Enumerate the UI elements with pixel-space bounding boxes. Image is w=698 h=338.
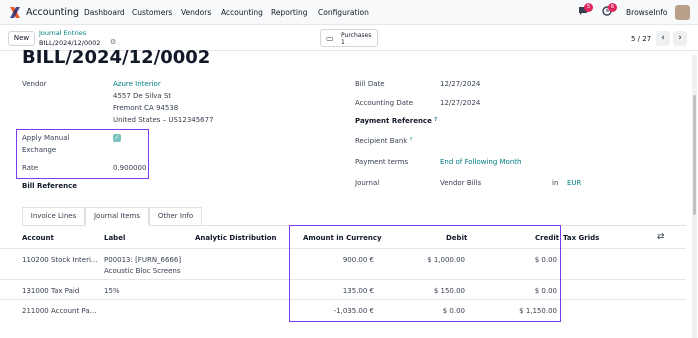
bill-date-field[interactable]: 12/27/2024 (440, 80, 480, 88)
accounting-date-field[interactable]: 12/27/2024 (440, 99, 480, 107)
row-1-label-line-1[interactable]: P00013: [FURN_6666] (104, 256, 181, 264)
accounting-app-icon[interactable] (9, 6, 21, 19)
breadcrumb-journal-entries[interactable]: Journal Entries (39, 29, 86, 37)
vendor-label: Vendor (22, 80, 47, 88)
payment-terms-label: Payment terms (355, 158, 409, 166)
column-label[interactable]: Label (104, 234, 125, 242)
activities-badge: 6 (608, 3, 617, 12)
recipient-bank-label: Recipient Bank ? (355, 137, 413, 145)
pager-value[interactable]: 5 / 27 (631, 35, 651, 43)
menu-configuration[interactable]: Configuration (318, 8, 369, 17)
help-tooltip-icon[interactable]: ? (434, 117, 437, 123)
currency-field[interactable]: EUR (567, 179, 581, 187)
app-name[interactable]: Accounting (26, 7, 79, 18)
purchases-count: 1 (341, 39, 345, 46)
column-tax-grids[interactable]: Tax Grids (563, 234, 599, 242)
row-2-account[interactable]: 131000 Tax Paid (22, 287, 79, 295)
menu-reporting[interactable]: Reporting (271, 8, 307, 17)
vendor-address-line-2: Fremont CA 94538 (113, 104, 179, 112)
row-1-label-line-2[interactable]: Acoustic Bloc Screens (104, 267, 180, 275)
accounting-date-label: Accounting Date (355, 99, 414, 107)
user-avatar[interactable] (675, 5, 690, 20)
row-2-label[interactable]: 15% (104, 287, 120, 295)
row-3-account[interactable]: 211000 Account Pa... (22, 307, 96, 315)
new-button[interactable]: New (8, 31, 35, 46)
column-account[interactable]: Account (22, 234, 54, 242)
pager-next-button[interactable]: › (673, 31, 687, 46)
vendor-address-line-3: United States – US12345677 (113, 116, 214, 124)
chevron-left-icon: ‹ (661, 33, 665, 43)
scrollbar-thumb[interactable] (693, 95, 696, 215)
menu-customers[interactable]: Customers (132, 8, 172, 17)
vendor-name-link[interactable]: Azure Interior (113, 80, 161, 88)
bill-reference-label: Bill Reference (22, 182, 77, 190)
activities-button[interactable]: 6 (602, 3, 617, 18)
messages-badge: 5 (584, 3, 593, 12)
tab-other-info[interactable]: Other Info (149, 207, 202, 226)
purchases-smart-button[interactable]: ▭ Purchases 1 (320, 29, 378, 47)
payment-terms-field[interactable]: End of Following Month (440, 158, 521, 166)
menu-accounting[interactable]: Accounting (221, 8, 263, 17)
column-analytic-distribution[interactable]: Analytic Distribution (195, 234, 277, 242)
amounts-highlight-box (289, 225, 561, 322)
bill-title: BILL/2024/12/0002 (22, 50, 211, 66)
breadcrumb-current: BILL/2024/12/0002 (39, 39, 101, 47)
journal-field[interactable]: Vendor Bills (440, 179, 481, 187)
bill-date-label: Bill Date (355, 80, 385, 88)
journal-in-text: in (552, 179, 559, 187)
payment-reference-label: Payment Reference ? (355, 117, 438, 125)
top-navbar: Accounting Dashboard Customers Vendors A… (0, 0, 698, 25)
pager-previous-button[interactable]: ‹ (656, 31, 670, 46)
journal-label: Journal (355, 179, 380, 187)
purchases-label: Purchases (341, 32, 372, 39)
credit-card-icon: ▭ (326, 34, 334, 43)
menu-dashboard[interactable]: Dashboard (84, 8, 125, 17)
gear-icon[interactable]: ⚙ (110, 38, 116, 46)
manual-exchange-highlight-box (16, 129, 149, 179)
column-settings-icon[interactable]: ⇄ (657, 232, 665, 242)
tab-invoice-lines[interactable]: Invoice Lines (22, 207, 85, 226)
messages-button[interactable]: 5 (578, 3, 593, 18)
chevron-right-icon: › (678, 33, 682, 43)
menu-vendors[interactable]: Vendors (181, 8, 211, 17)
vendor-address-line-1: 4557 De Silva St (113, 92, 172, 100)
tab-journal-items[interactable]: Journal Items (85, 207, 149, 226)
company-switcher[interactable]: BrowseInfo (626, 8, 668, 17)
help-tooltip-icon[interactable]: ? (410, 137, 413, 143)
row-1-account[interactable]: 110200 Stock Interi... (22, 256, 98, 264)
